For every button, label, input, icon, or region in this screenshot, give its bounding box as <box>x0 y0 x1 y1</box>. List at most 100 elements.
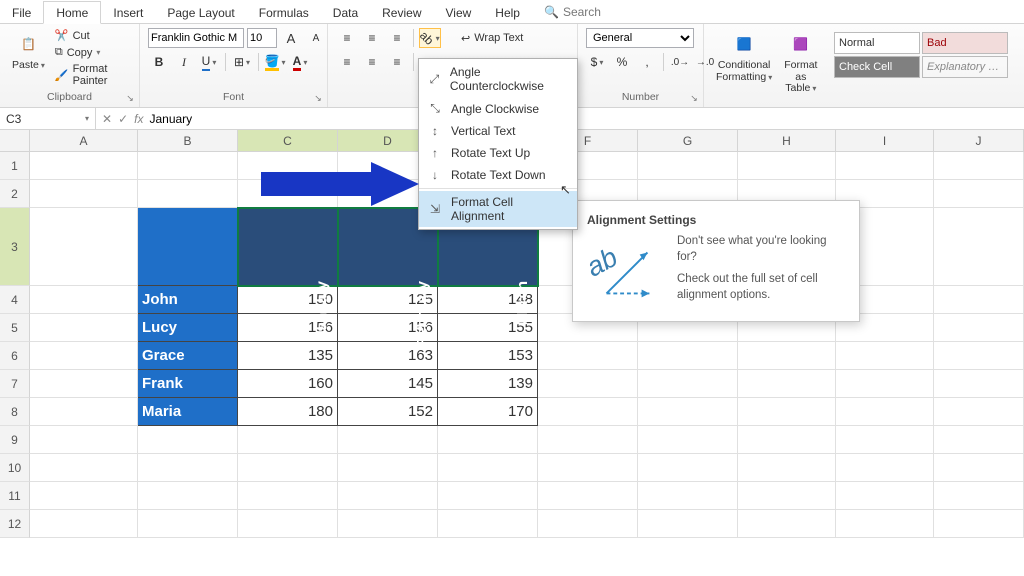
tab-home[interactable]: Home <box>43 1 101 24</box>
cell[interactable] <box>934 426 1024 454</box>
row-header-5[interactable]: 5 <box>0 314 30 342</box>
cell[interactable] <box>538 482 638 510</box>
cell-C3[interactable]: January <box>238 208 338 286</box>
cell[interactable] <box>836 370 934 398</box>
cell[interactable] <box>30 370 138 398</box>
tab-data[interactable]: Data <box>321 2 370 23</box>
cell[interactable] <box>638 482 738 510</box>
paste-button[interactable]: 📋 Paste <box>8 28 49 74</box>
row-header-6[interactable]: 6 <box>0 342 30 370</box>
cell[interactable] <box>836 152 934 180</box>
menu-format-cell-alignment[interactable]: ⇲Format Cell Alignment <box>419 191 577 227</box>
fill-color-button[interactable]: 🪣 <box>264 52 286 72</box>
cell[interactable] <box>30 426 138 454</box>
cell[interactable] <box>836 454 934 482</box>
cell[interactable] <box>638 370 738 398</box>
cell[interactable] <box>138 180 238 208</box>
conditional-formatting-button[interactable]: 🟦 Conditional Formatting <box>712 28 776 85</box>
row-header-8[interactable]: 8 <box>0 398 30 426</box>
cell[interactable] <box>934 370 1024 398</box>
menu-rotate-up[interactable]: ↑Rotate Text Up <box>419 142 577 164</box>
font-size-select[interactable] <box>247 28 277 48</box>
cell[interactable] <box>538 398 638 426</box>
cell[interactable] <box>934 398 1024 426</box>
row-header-11[interactable]: 11 <box>0 482 30 510</box>
fx-button[interactable]: fx <box>134 112 143 126</box>
percent-button[interactable]: % <box>611 52 633 72</box>
format-as-table-button[interactable]: 🟪 Format as Table <box>780 28 821 97</box>
cell[interactable] <box>30 152 138 180</box>
cell[interactable]: 163 <box>338 342 438 370</box>
number-format-select[interactable]: General <box>586 28 694 48</box>
tab-insert[interactable]: Insert <box>101 2 155 23</box>
cell[interactable] <box>638 454 738 482</box>
cell[interactable] <box>538 454 638 482</box>
style-bad[interactable]: Bad <box>922 32 1008 54</box>
cell[interactable] <box>338 454 438 482</box>
menu-rotate-down[interactable]: ↓Rotate Text Down <box>419 164 577 186</box>
cell[interactable] <box>836 342 934 370</box>
col-header-J[interactable]: J <box>934 130 1024 151</box>
cell[interactable] <box>836 482 934 510</box>
cell[interactable] <box>638 398 738 426</box>
currency-button[interactable]: $ <box>586 52 608 72</box>
menu-vertical-text[interactable]: ↕Vertical Text <box>419 120 577 142</box>
col-header-H[interactable]: H <box>738 130 836 151</box>
col-header-G[interactable]: G <box>638 130 738 151</box>
font-color-button[interactable]: A <box>289 52 311 72</box>
font-name-select[interactable] <box>148 28 244 48</box>
cell[interactable]: 139 <box>438 370 538 398</box>
cell[interactable] <box>934 314 1024 342</box>
formula-input[interactable] <box>149 112 1018 126</box>
cell[interactable] <box>238 426 338 454</box>
row-header-3[interactable]: 3 <box>0 208 30 286</box>
cell[interactable] <box>338 426 438 454</box>
cell[interactable] <box>738 426 836 454</box>
shrink-font-button[interactable]: A <box>305 28 327 48</box>
cell[interactable] <box>138 426 238 454</box>
cell[interactable] <box>538 342 638 370</box>
format-painter-button[interactable]: 🖌️Format Painter <box>53 62 131 88</box>
tab-view[interactable]: View <box>434 2 484 23</box>
cell[interactable] <box>738 398 836 426</box>
search-box[interactable]: 🔍 Search <box>532 1 613 23</box>
confirm-button[interactable]: ✓ <box>118 112 128 126</box>
cell[interactable] <box>238 482 338 510</box>
tab-formulas[interactable]: Formulas <box>247 2 321 23</box>
clipboard-dialog-launcher[interactable]: ↘ <box>123 91 137 105</box>
cell[interactable] <box>934 286 1024 314</box>
col-header-A[interactable]: A <box>30 130 138 151</box>
cell[interactable]: 153 <box>438 342 538 370</box>
row-header-7[interactable]: 7 <box>0 370 30 398</box>
copy-button[interactable]: ⧉Copy▾ <box>53 45 131 60</box>
cell[interactable]: Lucy <box>138 314 238 342</box>
cell[interactable] <box>30 286 138 314</box>
underline-button[interactable]: U <box>198 52 220 72</box>
cell[interactable] <box>138 510 238 538</box>
cell[interactable] <box>738 510 836 538</box>
cell[interactable] <box>638 426 738 454</box>
grow-font-button[interactable]: A <box>280 28 302 48</box>
col-header-I[interactable]: I <box>836 130 934 151</box>
cell[interactable] <box>934 208 1024 286</box>
cell[interactable] <box>934 342 1024 370</box>
border-button[interactable]: ⊞ <box>231 52 253 72</box>
cell[interactable] <box>934 454 1024 482</box>
tab-review[interactable]: Review <box>370 2 433 23</box>
cell[interactable]: 145 <box>338 370 438 398</box>
wrap-text-button[interactable]: ↩Wrap Text <box>459 31 525 46</box>
row-header-2[interactable]: 2 <box>0 180 30 208</box>
style-explanatory[interactable]: Explanatory … <box>922 56 1008 78</box>
cell[interactable]: Frank <box>138 370 238 398</box>
row-header-12[interactable]: 12 <box>0 510 30 538</box>
cell[interactable] <box>438 482 538 510</box>
bold-button[interactable]: B <box>148 52 170 72</box>
cell[interactable] <box>338 482 438 510</box>
cell[interactable] <box>30 180 138 208</box>
name-box[interactable]: C3 ▾ <box>0 108 96 129</box>
font-dialog-launcher[interactable]: ↘ <box>311 91 325 105</box>
cell[interactable] <box>638 342 738 370</box>
cell[interactable] <box>738 370 836 398</box>
row-header-1[interactable]: 1 <box>0 152 30 180</box>
cell[interactable] <box>30 398 138 426</box>
